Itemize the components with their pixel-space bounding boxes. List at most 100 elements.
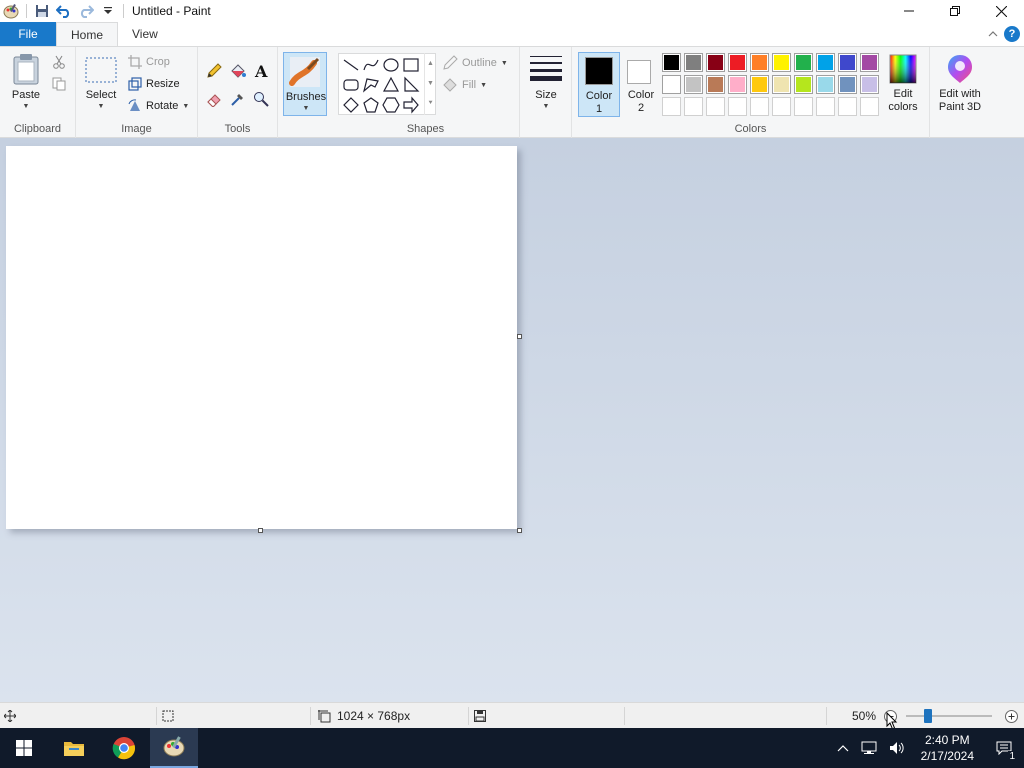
minimize-ribbon-icon[interactable] xyxy=(988,30,998,38)
shapes-gallery-scroll[interactable]: ▲ ▼ ⯆ xyxy=(424,53,436,115)
selection-size xyxy=(162,703,174,729)
eraser-icon[interactable] xyxy=(206,91,222,107)
system-tray: 2:40 PM 2/17/2024 1 xyxy=(831,728,1024,768)
status-bar: 1024 × 768px 50% xyxy=(0,702,1024,730)
image-group: Select ▼ Crop Resize Rotate ▼ Image xyxy=(76,47,198,138)
crop-icon xyxy=(128,55,142,69)
rotate-label: Rotate xyxy=(146,100,179,112)
copy-button[interactable] xyxy=(52,77,66,91)
right-arrow-shape-icon[interactable] xyxy=(402,96,420,114)
rotate-button[interactable]: Rotate ▼ xyxy=(128,99,189,113)
quick-access-toolbar xyxy=(0,0,128,22)
outline-pen-icon xyxy=(443,55,458,70)
text-icon[interactable]: A xyxy=(253,63,269,79)
colors-group: Colors xyxy=(572,47,930,138)
curve-shape-icon[interactable] xyxy=(362,56,380,74)
window-title: Untitled - Paint xyxy=(132,4,211,18)
taskbar: 2:40 PM 2/17/2024 1 xyxy=(0,728,1024,768)
fill-bucket-icon[interactable] xyxy=(229,62,247,80)
svg-text:A: A xyxy=(254,63,268,79)
tab-file[interactable]: File xyxy=(0,22,56,46)
minimize-button[interactable] xyxy=(886,0,932,22)
select-button[interactable]: Select ▼ xyxy=(82,57,120,113)
tab-view[interactable]: View xyxy=(118,22,172,46)
paint3d-label: Edit with Paint 3D xyxy=(938,88,982,113)
brushes-button[interactable]: Brushes ▼ xyxy=(283,52,327,116)
gallery-up-icon[interactable]: ▲ xyxy=(427,60,434,67)
paste-button[interactable]: Paste ▼ xyxy=(6,53,46,113)
zoom-slider-thumb[interactable] xyxy=(924,709,932,723)
hexagon-shape-icon[interactable] xyxy=(382,96,400,114)
restore-button[interactable] xyxy=(932,0,978,22)
resize-handle-bottom[interactable] xyxy=(258,528,263,533)
paint3d-icon xyxy=(948,55,972,83)
zoom-level: 50% xyxy=(852,709,877,723)
paint-app-icon[interactable] xyxy=(0,0,22,22)
line-size-icon xyxy=(530,56,562,81)
taskbar-paint[interactable] xyxy=(150,728,198,768)
close-button[interactable] xyxy=(978,0,1024,22)
taskbar-chrome[interactable] xyxy=(100,728,148,768)
taskbar-clock[interactable]: 2:40 PM 2/17/2024 xyxy=(911,732,984,764)
color-picker-icon[interactable] xyxy=(230,91,246,107)
size-dropdown-icon: ▼ xyxy=(542,103,550,110)
outline-label: Outline xyxy=(462,57,497,69)
pentagon-shape-icon[interactable] xyxy=(362,96,380,114)
resize-label: Resize xyxy=(146,78,180,90)
right-triangle-shape-icon[interactable] xyxy=(402,76,420,94)
clock-date: 2/17/2024 xyxy=(920,749,974,763)
polygon-shape-icon[interactable] xyxy=(362,76,380,94)
notification-count: 1 xyxy=(1008,751,1016,762)
network-icon[interactable] xyxy=(861,741,877,755)
canvas-size-icon xyxy=(318,709,331,722)
pencil-icon[interactable] xyxy=(206,63,222,79)
resize-handle-right[interactable] xyxy=(517,334,522,339)
resize-button[interactable]: Resize xyxy=(128,77,180,91)
oval-shape-icon[interactable] xyxy=(382,56,400,74)
clock-time: 2:40 PM xyxy=(924,733,970,747)
help-icon[interactable]: ? xyxy=(1004,26,1020,42)
shapes-gallery[interactable] xyxy=(338,53,436,115)
taskbar-file-explorer[interactable] xyxy=(50,728,98,768)
zoom-slider-track[interactable] xyxy=(906,715,992,717)
resize-handle-corner[interactable] xyxy=(517,528,522,533)
customize-qat-dropdown-icon[interactable] xyxy=(97,0,119,22)
triangle-shape-icon[interactable] xyxy=(382,76,400,94)
resize-icon xyxy=(128,77,142,91)
rectangle-shape-icon[interactable] xyxy=(402,56,420,74)
zoom-in-icon[interactable] xyxy=(1005,710,1018,723)
title-bar: Untitled - Paint xyxy=(0,0,1024,22)
action-center-button[interactable]: 1 xyxy=(984,728,1024,768)
fill-button[interactable]: Fill ▼ xyxy=(442,77,487,93)
rotate-dropdown-icon: ▼ xyxy=(182,102,190,110)
volume-icon[interactable] xyxy=(889,741,905,755)
tab-home[interactable]: Home xyxy=(56,22,119,46)
save-icon[interactable] xyxy=(31,0,53,22)
gallery-down-icon[interactable]: ▼ xyxy=(427,80,434,87)
fill-icon xyxy=(443,78,457,92)
start-button[interactable] xyxy=(0,728,48,768)
outline-button[interactable]: Outline ▼ xyxy=(442,55,508,71)
undo-icon[interactable] xyxy=(53,0,75,22)
file-size xyxy=(474,703,486,729)
redo-icon[interactable] xyxy=(75,0,97,22)
size-button[interactable]: Size ▼ xyxy=(527,53,565,113)
folder-icon xyxy=(64,742,84,756)
ribbon-tabs: File Home View ? xyxy=(0,22,1024,46)
gallery-more-icon[interactable]: ⯆ xyxy=(428,100,434,108)
magnifier-icon[interactable] xyxy=(253,91,269,107)
shapes-group-label: Shapes xyxy=(406,123,445,135)
line-shape-icon[interactable] xyxy=(342,56,360,74)
edit-with-paint3d-button[interactable]: Edit with Paint 3D xyxy=(934,53,986,114)
workspace xyxy=(0,138,1024,702)
clipboard-group: Paste ▼ Clipboard xyxy=(0,47,76,138)
crop-button[interactable]: Crop xyxy=(128,55,170,69)
rounded-rectangle-shape-icon[interactable] xyxy=(342,76,360,94)
show-hidden-icons-icon[interactable] xyxy=(837,744,849,752)
ribbon: Paste ▼ Clipboard Select ▼ Crop Resize R… xyxy=(0,46,1024,138)
cut-button[interactable] xyxy=(52,55,66,69)
diamond-shape-icon[interactable] xyxy=(342,96,360,114)
crop-label: Crop xyxy=(146,56,170,68)
image-group-label: Image xyxy=(121,123,152,135)
drawing-canvas[interactable] xyxy=(6,146,517,529)
